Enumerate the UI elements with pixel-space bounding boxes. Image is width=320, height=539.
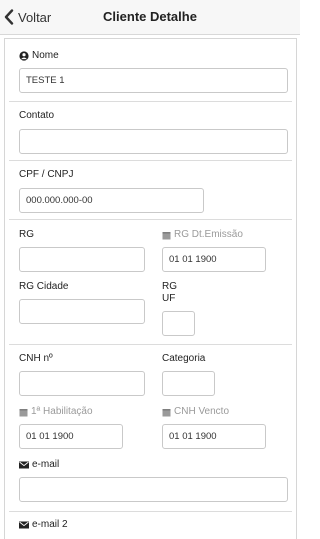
email-input[interactable] [19,477,288,502]
email-label-text: e-mail [32,459,60,470]
divider [9,344,292,345]
contato-input[interactable] [19,129,288,154]
cnh-label: CNH nº [19,353,53,365]
email2-label-text: e-mail 2 [32,519,68,530]
rg-dt-emissao-label: RG Dt.Emissão [162,229,243,241]
rg-cidade-label: RG Cidade [19,281,68,293]
contato-label-text: Contato [19,110,55,121]
rg-label: RG [19,229,34,241]
envelope-icon [19,461,29,469]
cnh-input[interactable] [19,371,145,396]
rg-uf-input[interactable] [162,311,195,336]
user-circle-icon [19,51,29,61]
divider [9,101,292,102]
page-title: Cliente Detalhe [103,9,197,24]
rg-uf-label-line2: UF [162,293,176,304]
nome-label-text: Nome [32,50,59,61]
rg-dt-emissao-input[interactable]: 01 01 1900 [162,247,266,272]
categoria-label: Categoria [162,353,205,365]
nome-input[interactable]: TESTE 1 [19,68,288,93]
divider [9,511,292,512]
categoria-label-text: Categoria [162,353,206,364]
rg-cidade-input[interactable] [19,299,145,324]
rg-cidade-label-text: RG Cidade [19,281,69,292]
cnh-vencto-label: CNH Vencto [162,406,229,418]
calendar-icon [162,408,171,416]
cnh-vencto-label-text: CNH Vencto [174,406,230,417]
divider [9,160,292,161]
calendar-icon [162,231,171,239]
nome-label: Nome [19,50,59,62]
rg-input[interactable] [19,247,145,272]
navigation-bar: Voltar Cliente Detalhe [0,0,300,35]
divider [9,219,292,220]
primeira-habilitacao-label: 1ª Habilitação [19,406,93,418]
envelope-icon [19,521,29,529]
primeira-habilitacao-input[interactable]: 01 01 1900 [19,424,123,449]
cpf-cnpj-label-text: CPF / CNPJ [19,169,74,180]
rg-dt-emissao-label-text: RG Dt.Emissão [174,229,243,240]
cpf-cnpj-input[interactable]: 000.000.000-00 [19,188,204,213]
cnh-label-text: CNH nº [19,353,53,364]
contato-label: Contato [19,110,54,122]
cpf-cnpj-label: CPF / CNPJ [19,169,73,181]
client-detail-form: Nome TESTE 1 Contato CPF / CNPJ 000.000.… [4,38,297,539]
rg-label-text: RG [19,229,34,240]
primeira-habilitacao-label-text: 1ª Habilitação [31,406,93,417]
cnh-vencto-input[interactable]: 01 01 1900 [162,424,266,449]
rg-uf-label-line1: RG [162,281,177,292]
rg-uf-label: RG UF [162,281,177,305]
email2-label: e-mail 2 [19,519,68,531]
calendar-icon [19,408,28,416]
email-label: e-mail [19,459,59,471]
categoria-input[interactable] [162,371,215,396]
